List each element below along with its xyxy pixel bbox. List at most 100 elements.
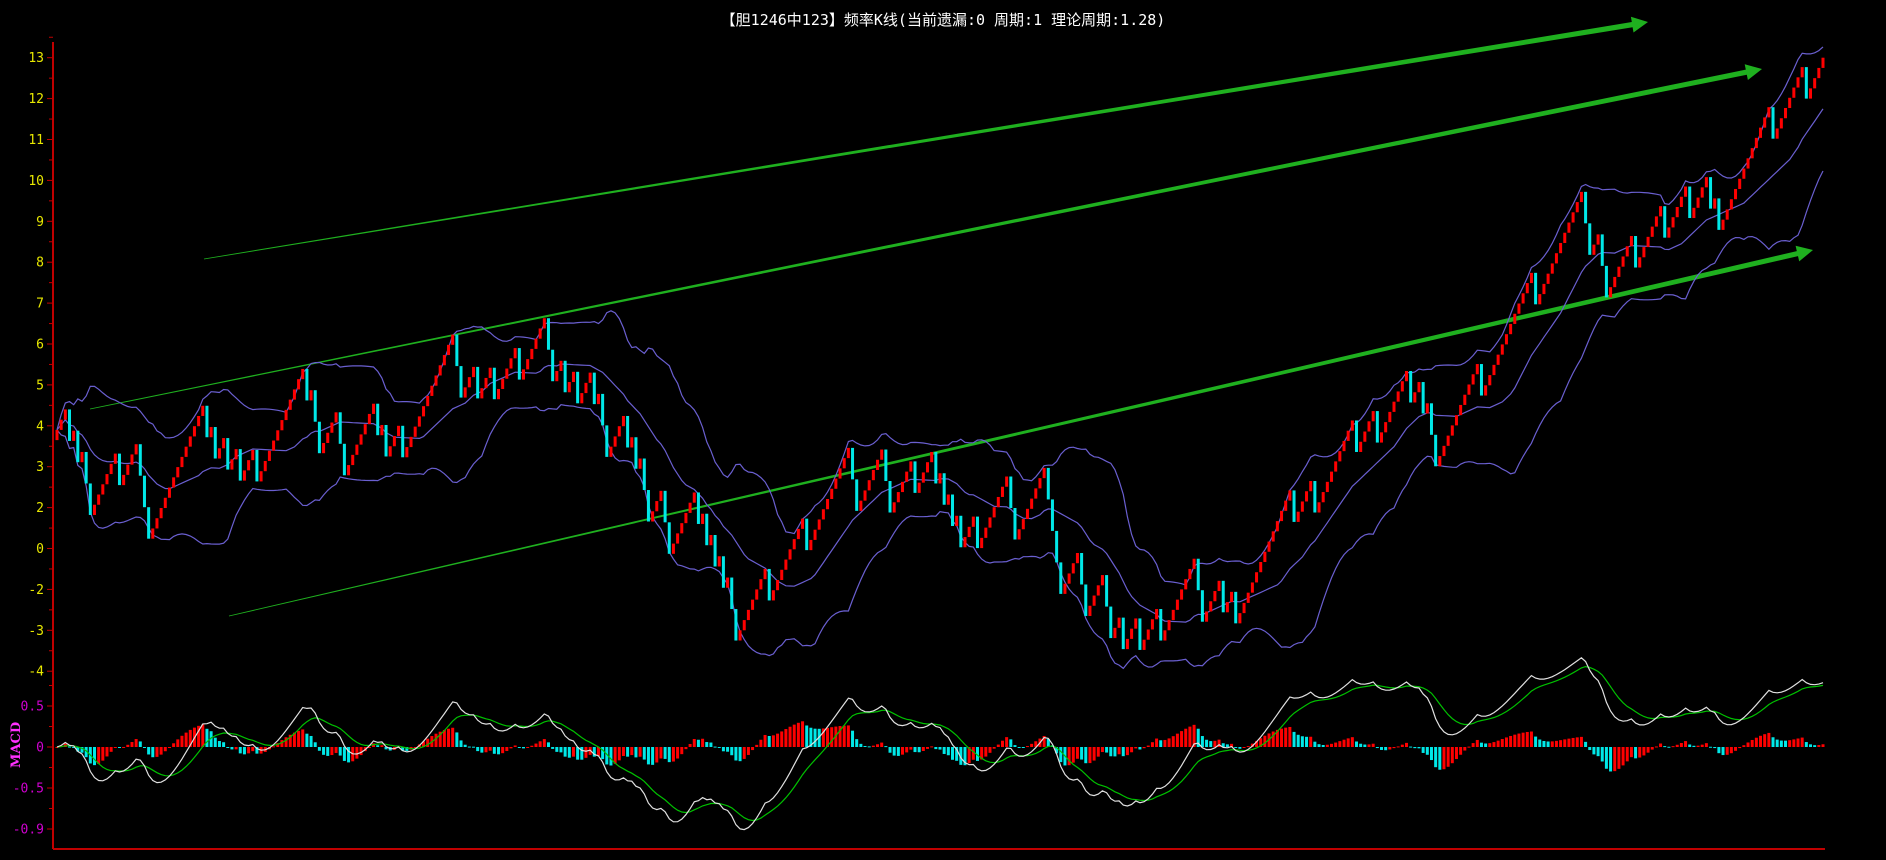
candle-up	[784, 559, 788, 570]
candle-down	[1084, 584, 1088, 616]
candle-up	[926, 462, 930, 473]
candle-up	[1417, 382, 1421, 393]
candle-up	[155, 518, 159, 529]
macd-histogram-bar	[67, 746, 71, 748]
candle-up	[467, 377, 471, 388]
macd-histogram-bar	[1334, 742, 1338, 747]
macd-histogram-bar	[1663, 746, 1667, 748]
y-tick-label: -4	[28, 665, 44, 680]
candle-down	[1046, 467, 1050, 500]
candle-up	[1071, 563, 1075, 574]
macd-histogram-bar	[1025, 746, 1029, 748]
candle-up	[1800, 67, 1804, 78]
candle-down	[117, 453, 121, 486]
macd-histogram-bar	[1400, 744, 1404, 747]
candle-up	[638, 458, 642, 469]
candle-up	[1242, 602, 1246, 614]
macd-histogram-bar	[1742, 745, 1746, 747]
candle-up	[1259, 561, 1263, 573]
macd-histogram-bar	[1646, 747, 1650, 753]
y-tick-label: 7	[36, 297, 44, 312]
macd-histogram-bar	[530, 745, 534, 747]
macd-histogram-bar	[334, 747, 338, 753]
macd-histogram-bar	[1084, 747, 1088, 764]
macd-histogram-bar	[1546, 741, 1550, 747]
macd-histogram-bar	[1767, 732, 1771, 747]
macd-histogram-bar	[1225, 744, 1229, 747]
macd-histogram-bar	[1629, 747, 1633, 758]
candle-up	[1621, 256, 1625, 267]
macd-histogram-bar	[1409, 746, 1413, 748]
macd-histogram-bar	[542, 739, 546, 747]
macd-histogram-bar	[1396, 746, 1400, 748]
macd-histogram-bar	[1371, 743, 1375, 747]
macd-histogram-bar	[1325, 744, 1329, 747]
candle-down	[601, 393, 605, 426]
candle-down	[1313, 481, 1317, 513]
candle-up	[1646, 236, 1650, 248]
macd-histogram-bar	[971, 747, 975, 760]
macd-histogram-bar	[884, 746, 888, 748]
macd-histogram-bar	[696, 739, 700, 747]
candle-up	[1192, 558, 1196, 569]
macd-histogram-bar	[1280, 728, 1284, 747]
candle-up	[355, 444, 359, 455]
candle-up	[1392, 401, 1396, 412]
macd-histogram-bar	[692, 739, 696, 747]
macd-histogram-bar	[738, 747, 742, 762]
macd-histogram-bar	[501, 747, 505, 754]
macd-histogram-bar	[917, 747, 921, 753]
candle-up	[596, 393, 600, 405]
macd-histogram-bar	[1367, 744, 1371, 747]
macd-histogram-bar	[126, 744, 130, 747]
candle-up	[1367, 421, 1371, 432]
macd-histogram-bar	[1130, 747, 1134, 753]
candle-up	[1509, 323, 1513, 335]
macd-histogram-bar	[901, 747, 905, 755]
macd-histogram-bar	[1413, 747, 1417, 749]
candle-up	[1255, 572, 1259, 583]
macd-histogram-bar	[1450, 747, 1454, 764]
macd-histogram-bar	[1709, 746, 1713, 748]
candle-up	[830, 488, 834, 500]
candle-up	[192, 426, 196, 437]
macd-histogram-bar	[1513, 734, 1517, 747]
candle-up	[1742, 168, 1746, 179]
macd-histogram-bar	[1288, 726, 1292, 747]
candle-down	[1600, 234, 1604, 266]
macd-histogram-bar	[1613, 747, 1617, 772]
macd-histogram-bar	[642, 747, 646, 760]
candle-up	[1321, 492, 1325, 503]
macd-histogram-bar	[617, 747, 621, 761]
macd-histogram-bar	[1559, 740, 1563, 747]
candle-up	[1750, 148, 1754, 159]
candle-up	[1617, 266, 1621, 277]
macd-histogram-bar	[813, 728, 817, 747]
macd-histogram-bar	[122, 746, 126, 748]
candle-up	[1338, 451, 1342, 462]
candle-up	[1096, 585, 1100, 596]
macd-histogram-bar	[1313, 741, 1317, 747]
candle-down	[1771, 107, 1775, 139]
candle-down	[1059, 562, 1063, 594]
candle-up	[1300, 501, 1304, 512]
candle-down	[646, 490, 650, 522]
candle-up	[1280, 510, 1284, 522]
candle-down	[1138, 618, 1142, 650]
candle-up	[1309, 481, 1313, 492]
y-tick-label: -2	[28, 583, 44, 598]
macd-histogram-bar	[1292, 731, 1296, 747]
macd-histogram-bar	[242, 747, 246, 755]
candle-up	[1271, 531, 1275, 542]
macd-histogram-bar	[1284, 727, 1288, 747]
macd-histogram-bar	[1309, 736, 1313, 747]
candle-up	[1442, 445, 1446, 457]
candle-up	[1496, 354, 1500, 365]
macd-histogram-bar	[680, 747, 684, 755]
macd-histogram-bar	[1155, 738, 1159, 747]
candle-up	[1696, 197, 1700, 208]
macd-histogram-bar	[330, 747, 334, 756]
candles	[55, 57, 1825, 650]
macd-histogram-bar	[92, 747, 96, 766]
macd-histogram-bar	[355, 747, 359, 759]
